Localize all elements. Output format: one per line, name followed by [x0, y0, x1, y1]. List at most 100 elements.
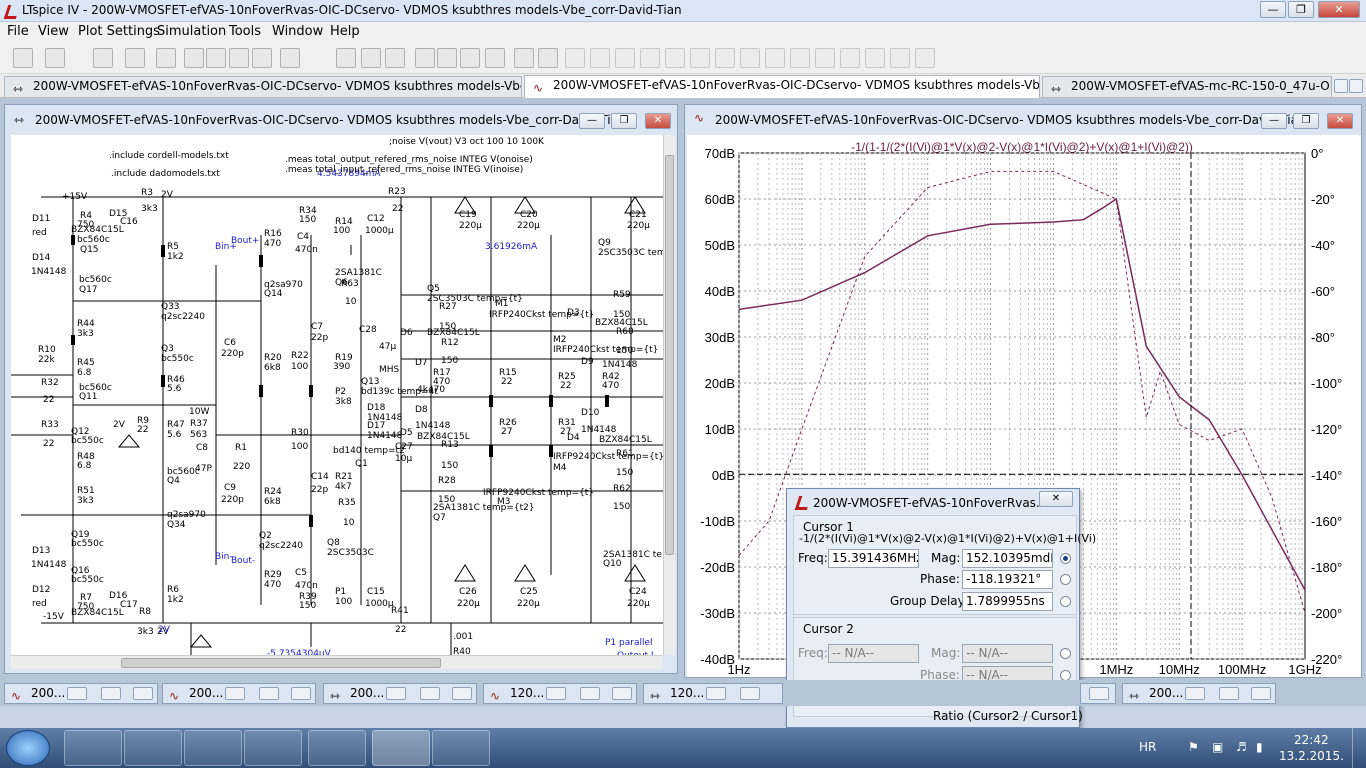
component-label[interactable]: R13	[441, 440, 459, 450]
component-label[interactable]: R40	[453, 647, 471, 655]
component-label[interactable]: R63	[341, 279, 359, 289]
component-label[interactable]: 150	[441, 356, 458, 366]
component-label[interactable]: 6.8	[77, 461, 91, 471]
component-label[interactable]: bc550c	[71, 575, 104, 585]
component-label[interactable]: 4k7	[335, 482, 352, 492]
component-label[interactable]: 1000µ	[365, 226, 394, 236]
component-label[interactable]: C21	[629, 210, 647, 220]
component-label[interactable]: 22	[560, 381, 571, 391]
component-label[interactable]: R29	[264, 570, 282, 580]
component-label[interactable]: R20	[264, 353, 282, 363]
clock-time[interactable]: 22:42	[1294, 733, 1329, 747]
component-label[interactable]: R33	[41, 420, 59, 430]
directive-include-cordell[interactable]: .include cordell-models.txt	[109, 151, 229, 161]
component-label[interactable]: 3k3	[77, 496, 94, 506]
tray-volume-icon[interactable]: ♬	[1236, 740, 1247, 754]
component-label[interactable]: C4	[297, 232, 309, 242]
tile-vertical-icon[interactable]	[361, 48, 381, 68]
component-label[interactable]: R28	[438, 476, 456, 486]
component-label[interactable]: C20	[520, 210, 538, 220]
cursor1-group-delay-radio[interactable]	[1060, 596, 1071, 607]
component-label[interactable]: 220p	[221, 495, 244, 505]
zoom-in-icon[interactable]	[184, 48, 204, 68]
cursor1-freq-field[interactable]: 15.391436MHz	[828, 549, 919, 568]
component-label[interactable]: R59	[613, 290, 631, 300]
tab-scroll-right-button[interactable]	[1349, 79, 1363, 93]
mail-taskbar-icon[interactable]	[308, 730, 366, 766]
component-label[interactable]: bc550c	[71, 436, 104, 446]
cursor2-freq-field[interactable]: -- N/A--	[828, 644, 919, 663]
label-icon[interactable]	[715, 48, 735, 68]
minimize-button[interactable]: —	[1260, 1, 1286, 18]
component-label[interactable]: R16	[264, 229, 282, 239]
component-label[interactable]: D12	[32, 585, 50, 595]
tab-schematic-1[interactable]: ⇿ 200W-VMOSFET-efVAS-10nFoverRvas-OIC-DC…	[4, 76, 522, 97]
mirror-icon[interactable]	[865, 48, 885, 68]
schematic-vscroll-thumb[interactable]	[665, 155, 674, 555]
cursor-dialog-close-button[interactable]: ✕	[1039, 491, 1073, 507]
menu-plot-settings[interactable]: Plot Settings	[78, 24, 160, 39]
component-label[interactable]: D5	[400, 428, 413, 438]
schematic-canvas[interactable]: +15V R3 3k3 2V D11 red R4 750 BZX84C15L D15 C16 Q15…	[11, 135, 663, 655]
zoom-fit-icon[interactable]	[252, 48, 272, 68]
component-label[interactable]: +15V	[62, 192, 87, 202]
component-label[interactable]: 1N4148	[367, 431, 402, 441]
save-icon[interactable]	[93, 48, 113, 68]
component-label[interactable]: R51	[77, 486, 95, 496]
component-label[interactable]: 150	[616, 468, 633, 478]
component-label[interactable]: 2SA1381C te	[603, 550, 662, 560]
language-indicator[interactable]: HR	[1139, 740, 1156, 754]
component-label[interactable]: 220µ	[517, 221, 540, 231]
component-label[interactable]: D17	[367, 421, 385, 431]
net-label[interactable]: Bout+	[231, 236, 259, 246]
component-label[interactable]: 2V	[113, 420, 125, 430]
component-label[interactable]: 3k3	[141, 204, 158, 214]
component-label[interactable]: IRFP9240Ckst temp={t}	[553, 452, 663, 462]
text-icon[interactable]	[890, 48, 910, 68]
component-label[interactable]: R47	[167, 420, 185, 430]
open-icon[interactable]	[45, 48, 65, 68]
zoom-out-icon[interactable]	[229, 48, 249, 68]
component-label[interactable]: 1N4148	[602, 360, 637, 370]
directive-noise[interactable]: ;noise V(vout) V3 oct 100 10 100K	[389, 137, 544, 147]
restore-button[interactable]: ❐	[1288, 1, 1314, 18]
menu-simulation[interactable]: Simulation	[157, 24, 226, 39]
component-label[interactable]: .001	[453, 632, 473, 642]
component-label[interactable]: R62	[613, 484, 631, 494]
installer-taskbar-icon[interactable]	[124, 730, 182, 766]
component-label[interactable]: 22	[395, 625, 406, 635]
explorer-taskbar-icon[interactable]	[64, 730, 122, 766]
component-label[interactable]: red	[32, 228, 47, 238]
component-label[interactable]: bc560c	[79, 275, 112, 285]
component-icon[interactable]	[665, 48, 685, 68]
component-label[interactable]: Q3	[161, 344, 174, 354]
component-label[interactable]: 150	[299, 601, 316, 611]
component-label[interactable]: 3k3	[77, 329, 94, 339]
minimized-window-5[interactable]: ⇿ 120...	[643, 683, 783, 704]
component-label[interactable]: IRFP9240Ckst temp={t}	[483, 488, 594, 498]
component-label[interactable]: 100	[333, 226, 350, 236]
component-label[interactable]: 2V	[161, 190, 173, 200]
schematic-close-button[interactable]: ✕	[645, 113, 671, 129]
component-label[interactable]: Q34	[167, 520, 186, 530]
find-icon[interactable]	[485, 48, 505, 68]
zoom-area-icon[interactable]	[206, 48, 226, 68]
inductor-icon[interactable]	[615, 48, 635, 68]
component-label[interactable]: 2SC3503C tem	[598, 248, 663, 258]
component-label[interactable]: 6k8	[264, 363, 281, 373]
schematic-minimize-button[interactable]: —	[579, 113, 605, 129]
component-label[interactable]: 220µ	[457, 599, 480, 609]
component-label[interactable]: 22p	[311, 333, 328, 343]
component-label[interactable]: D11	[32, 214, 50, 224]
schematic-restore-button[interactable]: ❐	[611, 113, 637, 129]
component-label[interactable]: M1	[495, 299, 509, 309]
component-label[interactable]: M2	[553, 335, 567, 345]
component-label[interactable]: C25	[520, 587, 538, 597]
component-label[interactable]: 100	[291, 442, 308, 452]
component-label[interactable]: Q14	[264, 289, 283, 299]
component-label[interactable]: C28	[359, 325, 377, 335]
cascade-icon[interactable]	[385, 48, 405, 68]
minimized-window-7[interactable]: ⇿ 200...	[1122, 683, 1276, 704]
component-label[interactable]: 1k2	[167, 252, 184, 262]
component-label[interactable]: D7	[415, 358, 428, 368]
